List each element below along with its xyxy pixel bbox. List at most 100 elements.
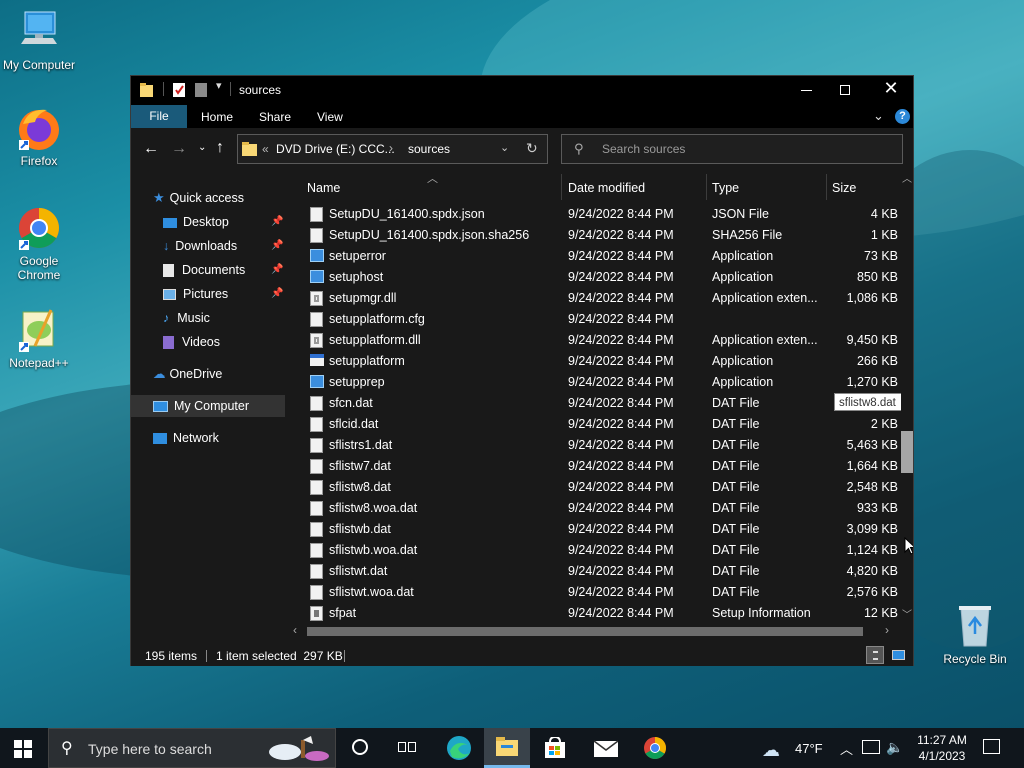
address-dropdown-icon[interactable]: ⌄ (500, 141, 509, 154)
cortana-icon[interactable] (352, 739, 368, 755)
file-type: DAT File (712, 438, 760, 452)
file-explorer-taskbar-button[interactable] (484, 728, 530, 768)
table-row[interactable]: sflistrs1.dat 9/24/2022 8:44 PM DAT File 5,… (291, 435, 901, 456)
table-row[interactable]: setupplatform 9/24/2022 8:44 PM Applicatio… (291, 351, 901, 372)
desktop-icon-notepadpp[interactable]: Notepad++ (0, 306, 79, 370)
store-taskbar-icon[interactable] (544, 735, 566, 759)
table-row[interactable]: setupplatform.cfg 9/24/2022 8:44 PM (291, 309, 901, 330)
refresh-icon[interactable]: ↻ (526, 140, 538, 157)
task-view-icon[interactable] (398, 739, 418, 757)
column-header-name[interactable]: Name (307, 176, 340, 200)
desktop-icon-my-computer[interactable]: My Computer (0, 8, 79, 72)
nav-pictures[interactable]: Pictures 📌 (163, 283, 285, 305)
notifications-icon[interactable] (983, 739, 1000, 754)
table-row[interactable]: setuphost 9/24/2022 8:44 PM Application 850… (291, 267, 901, 288)
tab-home[interactable]: Home (201, 107, 233, 128)
table-row[interactable]: setupprep 9/24/2022 8:44 PM Application 1,2… (291, 372, 901, 393)
help-icon[interactable]: ? (895, 109, 910, 124)
scroll-down-icon[interactable]: ﹀ (902, 606, 912, 621)
weather-cloud-icon[interactable]: ☁ (762, 740, 780, 761)
table-row[interactable]: SetupDU_161400.spdx.json 9/24/2022 8:44 P… (291, 204, 901, 225)
nav-quick-access[interactable]: ★ Quick access (153, 187, 283, 209)
clock[interactable]: 11:27 AM 4/1/2023 (912, 732, 972, 764)
edge-taskbar-icon[interactable] (446, 735, 472, 761)
column-header-date[interactable]: Date modified (568, 176, 645, 200)
table-row[interactable]: sflcid.dat 9/24/2022 8:44 PM DAT File 2 KB (291, 414, 901, 435)
mail-taskbar-icon[interactable] (593, 739, 619, 757)
scroll-right-icon[interactable]: › (885, 623, 889, 637)
table-row[interactable]: sflistw7.dat 9/24/2022 8:44 PM DAT File 1,6… (291, 456, 901, 477)
table-row[interactable]: setupmgr.dll 9/24/2022 8:44 PM Application… (291, 288, 901, 309)
desktop-icon-recycle-bin[interactable]: Recycle Bin (935, 602, 1015, 666)
file-name: sfcn.dat (329, 396, 373, 410)
search-highlight-icon (269, 736, 329, 761)
column-header-type[interactable]: Type (712, 176, 739, 200)
breadcrumb-folder[interactable]: sources (408, 142, 450, 156)
taskbar-search-box[interactable]: ⚲ Type here to search (48, 728, 336, 768)
scroll-up-icon[interactable]: ︿ (902, 172, 912, 185)
volume-icon[interactable]: 🔈 (886, 739, 903, 756)
nav-desktop[interactable]: Desktop 📌 (163, 211, 285, 233)
breadcrumb-chevron-icon[interactable]: › (389, 141, 393, 155)
file-icon (310, 480, 323, 495)
table-row[interactable]: sflistwb.woa.dat 9/24/2022 8:44 PM DAT Fil… (291, 540, 901, 561)
search-box[interactable]: ⚲ Search sources (561, 134, 903, 164)
desktop-icon-chrome[interactable]: Google Chrome (0, 204, 79, 282)
file-name: sflistwt.woa.dat (329, 585, 414, 599)
weather-temperature[interactable]: 47°F (795, 741, 823, 756)
table-row[interactable]: SetupDU_161400.spdx.json.sha256 9/24/2022… (291, 225, 901, 246)
show-hidden-icons-icon[interactable]: ︿ (840, 739, 853, 758)
table-row[interactable]: sfcn.dat9/24/2022 8:44 PMDAT File2 KB (291, 393, 901, 414)
maximize-button[interactable] (833, 80, 857, 100)
up-button[interactable]: ↑ (216, 139, 224, 157)
start-button[interactable] (14, 740, 32, 758)
tab-view[interactable]: View (317, 107, 343, 128)
nav-onedrive[interactable]: ☁ OneDrive (153, 363, 283, 385)
recent-locations-icon[interactable]: ⌄ (198, 142, 206, 153)
breadcrumb-drive[interactable]: DVD Drive (E:) CCC... (276, 142, 395, 156)
back-button[interactable]: ← (143, 140, 159, 158)
horizontal-scrollbar[interactable]: ‹ › (291, 623, 913, 638)
horizontal-scrollbar-thumb[interactable] (307, 627, 863, 636)
table-row[interactable]: sflistw8.dat 9/24/2022 8:44 PM DAT File 2,5… (291, 477, 901, 498)
column-separator[interactable] (706, 174, 707, 200)
nav-downloads[interactable]: ↓ Downloads 📌 (163, 235, 285, 257)
new-folder-icon[interactable] (195, 83, 208, 98)
vertical-scrollbar[interactable]: ︿ ﹀ (901, 172, 913, 624)
desktop-icon-firefox[interactable]: Firefox (0, 104, 79, 168)
properties-icon[interactable] (173, 83, 186, 98)
table-row[interactable]: sflistw8.woa.dat 9/24/2022 8:44 PM DAT Fil… (291, 498, 901, 519)
column-header-size[interactable]: Size (832, 176, 856, 200)
table-row[interactable]: sfpat 9/24/2022 8:44 PM Setup Information 1… (291, 603, 901, 624)
table-row[interactable]: setupplatform.dll 9/24/2022 8:44 PM Applic… (291, 330, 901, 351)
nav-network[interactable]: Network (153, 427, 283, 449)
file-explorer-window: ▾ sources ✕ File Home Share View ⌄ ? ← →… (130, 75, 914, 666)
details-view-button[interactable] (866, 646, 884, 664)
address-overflow-icon[interactable]: « (262, 142, 269, 156)
scroll-left-icon[interactable]: ‹ (293, 623, 297, 637)
table-row[interactable]: sflistwt.dat 9/24/2022 8:44 PM DAT File 4,8… (291, 561, 901, 582)
large-icons-view-button[interactable] (890, 647, 908, 663)
tab-share[interactable]: Share (259, 107, 291, 128)
table-row[interactable]: sflistwb.dat 9/24/2022 8:44 PM DAT File 3,0… (291, 519, 901, 540)
nav-music[interactable]: ♪ Music (163, 307, 285, 329)
table-row[interactable]: sflistwt.woa.dat 9/24/2022 8:44 PM DAT Fil… (291, 582, 901, 603)
expand-ribbon-icon[interactable]: ⌄ (873, 108, 884, 124)
column-separator[interactable] (561, 174, 562, 200)
table-row[interactable]: setuperror 9/24/2022 8:44 PM Application 73… (291, 246, 901, 267)
address-bar[interactable]: « DVD Drive (E:) CCC... › sources ⌄ ↻ (237, 134, 548, 164)
nav-videos[interactable]: Videos (163, 331, 285, 353)
nav-my-computer[interactable]: My Computer (131, 395, 285, 417)
tab-file[interactable]: File (131, 105, 187, 128)
forward-button[interactable]: → (171, 140, 187, 158)
network-status-icon[interactable] (862, 740, 880, 754)
file-type: Application exten... (712, 333, 818, 347)
chrome-taskbar-icon[interactable] (643, 736, 667, 760)
nav-documents[interactable]: Documents 📌 (163, 259, 285, 281)
scrollbar-thumb[interactable] (901, 431, 913, 473)
minimize-button[interactable] (795, 80, 819, 100)
close-button[interactable]: ✕ (879, 78, 903, 100)
file-size: 3,099 KB (846, 522, 898, 536)
column-separator[interactable] (826, 174, 827, 200)
quick-access-toolbar-dropdown-icon[interactable]: ▾ (216, 79, 222, 92)
